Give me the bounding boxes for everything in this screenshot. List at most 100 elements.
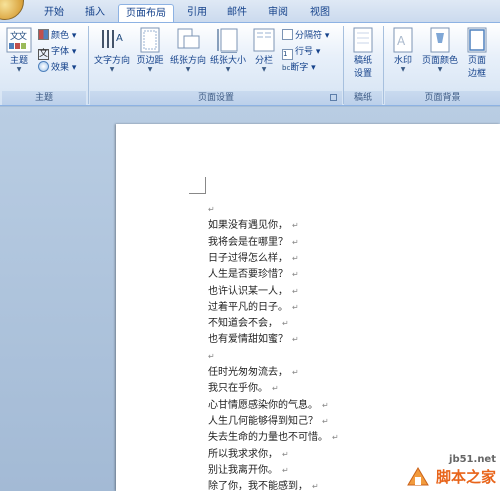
ribbon: 文 文 主题 ▼ 颜色 ▾ 文字体 ▾ 效果 ▾ 主题 A 文字方向 ▼ 页边距…: [0, 22, 500, 106]
chevron-down-icon: ▼: [147, 66, 153, 73]
watermark-button[interactable]: A 水印 ▼: [386, 27, 420, 73]
tab-insert[interactable]: 插入: [78, 4, 112, 22]
document-line-text: 除了你，我不能感到，: [208, 481, 308, 491]
draft-paper-label-line1: 稿纸: [353, 56, 372, 66]
paragraph-mark-icon: ↵: [292, 286, 299, 296]
document-line[interactable]: 除了你，我不能感到， ↵: [208, 479, 319, 491]
document-line-text: 过着平凡的日子。: [208, 301, 288, 313]
draft-paper-settings-button[interactable]: 稿纸 设置: [346, 27, 380, 79]
columns-icon: [253, 28, 275, 52]
group-separator: [383, 26, 384, 104]
columns-button[interactable]: 分栏 ▼: [250, 27, 278, 73]
document-line[interactable]: 我只在乎你。 ↵: [208, 381, 279, 397]
document-line[interactable]: ↵: [208, 349, 215, 365]
chevron-down-icon: ▾: [69, 47, 77, 57]
paragraph-mark-icon: ↵: [292, 270, 299, 280]
watermark-name: 脚本之家: [435, 468, 496, 486]
document-line[interactable]: 人生几何能够得到知己？ ↵: [208, 414, 329, 430]
tab-review[interactable]: 审阅: [260, 4, 296, 22]
page-borders-button[interactable]: 页面 边框: [462, 27, 492, 79]
page-setup-dialog-launcher-icon[interactable]: [330, 94, 337, 101]
tab-view[interactable]: 视图: [302, 4, 338, 22]
page-borders-label-line2: 边框: [467, 69, 486, 79]
svg-text:A: A: [116, 33, 123, 44]
paragraph-mark-icon: ↵: [292, 253, 299, 263]
document-line-text: 如果没有遇见你，: [208, 220, 288, 232]
page-color-button[interactable]: 页面颜色 ▼: [420, 27, 460, 73]
group-label-page-background: 页面背景: [385, 91, 500, 105]
chevron-down-icon: ▼: [437, 66, 443, 73]
paragraph-mark-icon: ↵: [292, 335, 299, 345]
breaks-label: 分隔符: [295, 31, 323, 41]
watermark-site: jb51.net: [449, 454, 496, 465]
document-line-text: 我将会是在哪里？: [208, 236, 288, 248]
document-line[interactable]: 别让我离开你。 ↵: [208, 463, 289, 479]
document-line[interactable]: ↵: [208, 202, 215, 218]
document-line-text: 别让我离开你。: [208, 464, 278, 476]
paragraph-mark-icon: ↵: [272, 384, 279, 394]
themes-icon: 文 文: [6, 27, 32, 53]
document-line[interactable]: 如果没有遇见你， ↵: [208, 218, 299, 234]
tab-page-layout[interactable]: 页面布局: [118, 4, 174, 22]
text-direction-button[interactable]: A 文字方向 ▼: [92, 27, 132, 73]
paragraph-mark-icon: ↵: [322, 400, 329, 410]
page-color-label: 页面颜色: [421, 56, 458, 66]
document-line[interactable]: 我将会是在哪里？ ↵: [208, 235, 299, 251]
group-label-page-setup: 页面设置: [90, 91, 342, 105]
effects-button[interactable]: 效果 ▾: [38, 61, 76, 75]
tab-references[interactable]: 引用: [180, 4, 214, 22]
script-home-logo-icon: [407, 467, 429, 486]
hyphenation-button[interactable]: bc断字 ▾: [282, 61, 316, 75]
page-borders-label-line1: 页面: [467, 56, 486, 66]
paragraph-mark-icon: ↵: [292, 368, 299, 377]
line-numbers-button[interactable]: 1 行号 ▾: [282, 45, 320, 60]
document-line[interactable]: 日子过得怎么样， ↵: [208, 251, 299, 267]
group-label-themes: 主题: [2, 91, 86, 105]
document-line[interactable]: 失去生命的力量也不可惜。 ↵: [208, 430, 339, 446]
paragraph-mark-icon: ↵: [282, 319, 289, 329]
paragraph-mark-icon: ↵: [292, 221, 299, 231]
paragraph-mark-icon: ↵: [282, 449, 289, 459]
document-page[interactable]: ↵ 如果没有遇见你， ↵ 我将会是在哪里？ ↵ 日子过得怎么样， ↵ 人生是否要珍惜？ ↵ 也许认…: [116, 124, 500, 491]
margins-label: 页边距: [136, 56, 164, 66]
document-line-text: 心甘情愿感染你的气息。: [208, 399, 318, 411]
paragraph-mark-icon: ↵: [332, 433, 339, 443]
fonts-button[interactable]: 文字体 ▾: [38, 45, 77, 60]
margin-corner-mark: [189, 177, 206, 194]
document-line-text: 不知道会不会，: [208, 318, 278, 330]
paragraph-mark-icon: ↵: [282, 465, 289, 475]
text-direction-label: 文字方向: [93, 56, 130, 66]
themes-button[interactable]: 文 文 主题 ▼: [4, 27, 34, 73]
document-line[interactable]: 不知道会不会， ↵: [208, 316, 289, 332]
size-button[interactable]: 纸张大小 ▼: [208, 27, 248, 73]
watermark-icon: A: [393, 27, 413, 53]
colors-button[interactable]: 颜色 ▾: [38, 29, 76, 43]
document-line[interactable]: 也许认识某一人， ↵: [208, 284, 299, 300]
document-line[interactable]: 所以我求求你， ↵: [208, 447, 289, 463]
document-line-text: 失去生命的力量也不可惜。: [208, 432, 328, 444]
orientation-label: 纸张方向: [169, 56, 206, 66]
orientation-icon: [177, 28, 200, 49]
document-line-text: 也许认识某一人，: [208, 285, 288, 297]
ribbon-tab-bar: 开始 插入 页面布局 引用 邮件 审阅 视图: [0, 0, 500, 22]
page-borders-icon: [467, 27, 487, 53]
chevron-down-icon: ▼: [400, 66, 406, 73]
document-line[interactable]: 过着平凡的日子。 ↵: [208, 300, 299, 316]
fonts-icon: 文: [38, 49, 49, 60]
chevron-down-icon: ▾: [308, 63, 316, 73]
chevron-down-icon: ▾: [69, 63, 77, 73]
document-line[interactable]: 人生是否要珍惜？ ↵: [208, 267, 299, 283]
chevron-down-icon: ▾: [69, 31, 77, 41]
document-line-text: 人生是否要珍惜？: [208, 269, 288, 281]
chevron-down-icon: ▼: [225, 66, 231, 73]
breaks-button[interactable]: 分隔符 ▾: [282, 29, 329, 43]
svg-text:A: A: [397, 34, 406, 48]
orientation-button[interactable]: 纸张方向 ▼: [168, 27, 208, 73]
office-button[interactable]: [0, 0, 24, 20]
tab-home[interactable]: 开始: [36, 4, 72, 22]
tab-mailings[interactable]: 邮件: [220, 4, 254, 22]
document-line[interactable]: 心甘情愿感染你的气息。 ↵: [208, 398, 329, 414]
document-line[interactable]: 任时光匆匆流去， ↵: [208, 365, 299, 381]
margins-button[interactable]: 页边距 ▼: [132, 27, 168, 73]
document-line[interactable]: 也有爱情甜如蜜？ ↵: [208, 332, 299, 348]
